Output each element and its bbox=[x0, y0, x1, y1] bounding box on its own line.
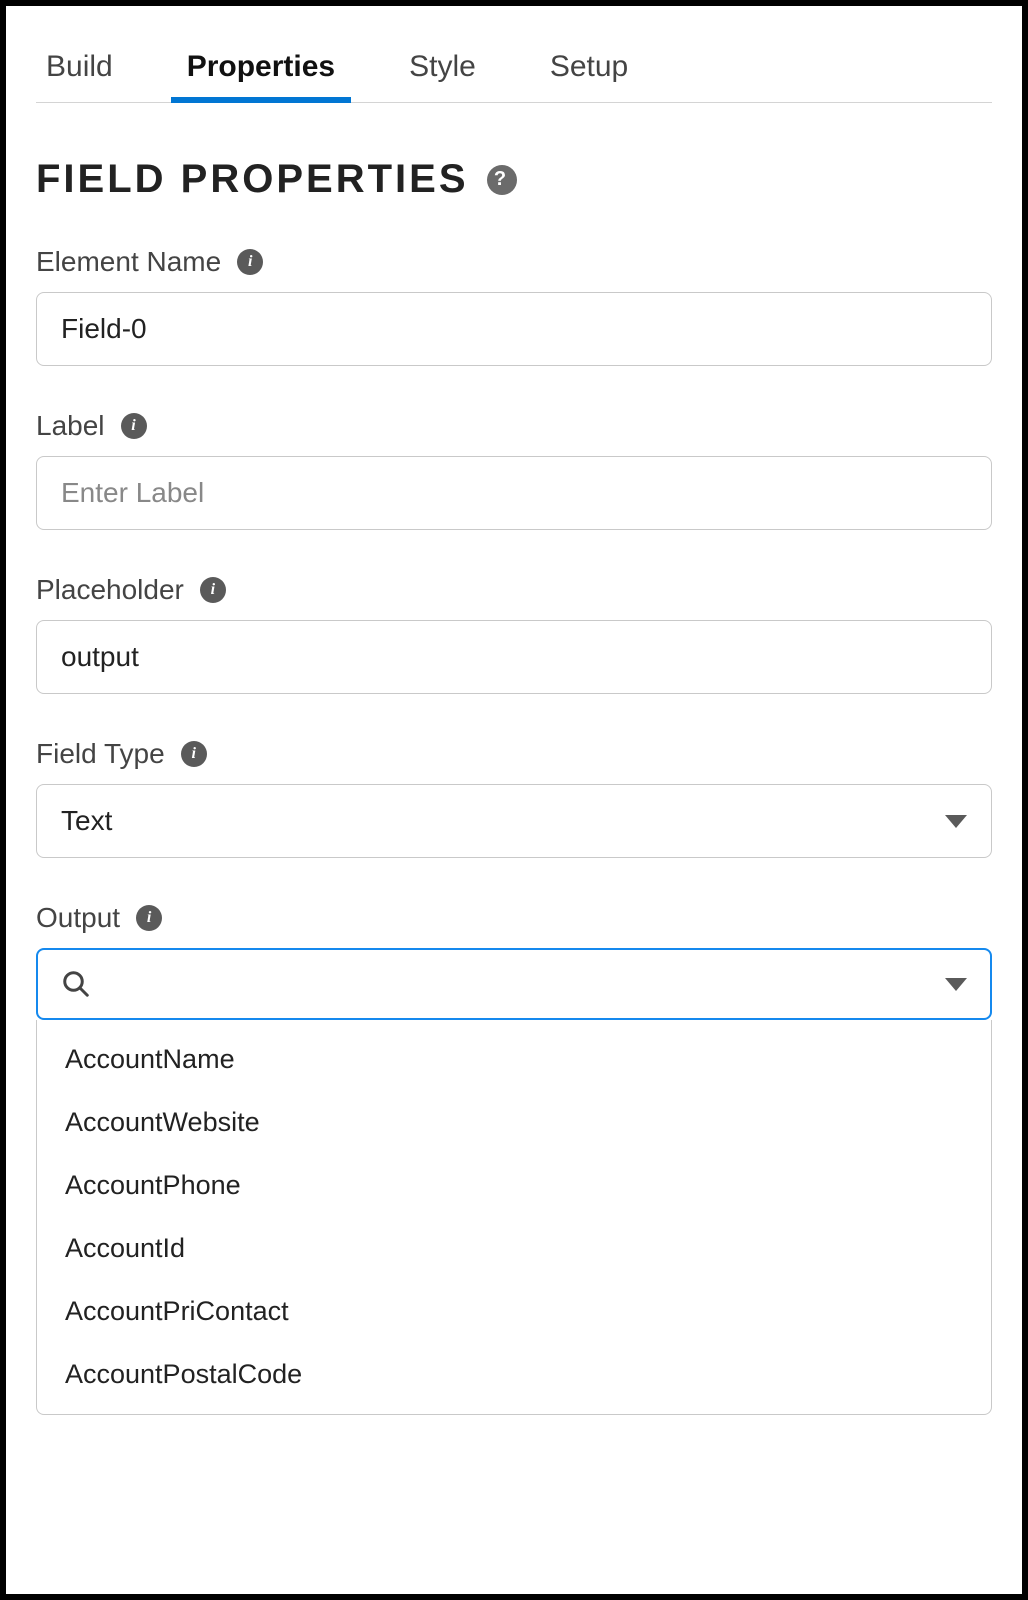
tab-properties[interactable]: Properties bbox=[177, 36, 345, 102]
output-dropdown: AccountName AccountWebsite AccountPhone … bbox=[36, 1020, 992, 1415]
field-group-output: Output i AccountName AccountWebsite Acco… bbox=[36, 902, 992, 1415]
chevron-down-icon bbox=[945, 815, 967, 828]
label-input[interactable] bbox=[36, 456, 992, 530]
info-icon[interactable]: i bbox=[136, 905, 162, 931]
output-option[interactable]: AccountName bbox=[37, 1028, 991, 1091]
element-name-input[interactable] bbox=[36, 292, 992, 366]
field-group-label: Label i bbox=[36, 410, 992, 530]
output-option[interactable]: AccountPriContact bbox=[37, 1280, 991, 1343]
tab-build[interactable]: Build bbox=[36, 36, 123, 102]
field-type-select[interactable]: Text bbox=[36, 784, 992, 858]
tab-bar: Build Properties Style Setup bbox=[36, 36, 992, 103]
search-icon bbox=[61, 969, 91, 999]
field-type-value: Text bbox=[61, 805, 112, 837]
info-icon[interactable]: i bbox=[121, 413, 147, 439]
output-label: Output bbox=[36, 902, 120, 934]
chevron-down-icon bbox=[945, 978, 967, 991]
tab-setup[interactable]: Setup bbox=[540, 36, 638, 102]
output-option[interactable]: AccountId bbox=[37, 1217, 991, 1280]
field-group-field-type: Field Type i Text bbox=[36, 738, 992, 858]
help-icon[interactable]: ? bbox=[487, 165, 517, 195]
field-type-label: Field Type bbox=[36, 738, 165, 770]
output-combobox[interactable] bbox=[36, 948, 992, 1020]
element-name-label: Element Name bbox=[36, 246, 221, 278]
placeholder-label: Placeholder bbox=[36, 574, 184, 606]
field-group-placeholder: Placeholder i bbox=[36, 574, 992, 694]
tab-style[interactable]: Style bbox=[399, 36, 486, 102]
info-icon[interactable]: i bbox=[200, 577, 226, 603]
info-icon[interactable]: i bbox=[181, 741, 207, 767]
label-label: Label bbox=[36, 410, 105, 442]
output-option[interactable]: AccountWebsite bbox=[37, 1091, 991, 1154]
info-icon[interactable]: i bbox=[237, 249, 263, 275]
output-option[interactable]: AccountPostalCode bbox=[37, 1343, 991, 1406]
placeholder-input[interactable] bbox=[36, 620, 992, 694]
section-title-row: FIELD PROPERTIES ? bbox=[36, 157, 992, 202]
field-group-element-name: Element Name i bbox=[36, 246, 992, 366]
output-option[interactable]: AccountPhone bbox=[37, 1154, 991, 1217]
section-title: FIELD PROPERTIES bbox=[36, 157, 469, 202]
